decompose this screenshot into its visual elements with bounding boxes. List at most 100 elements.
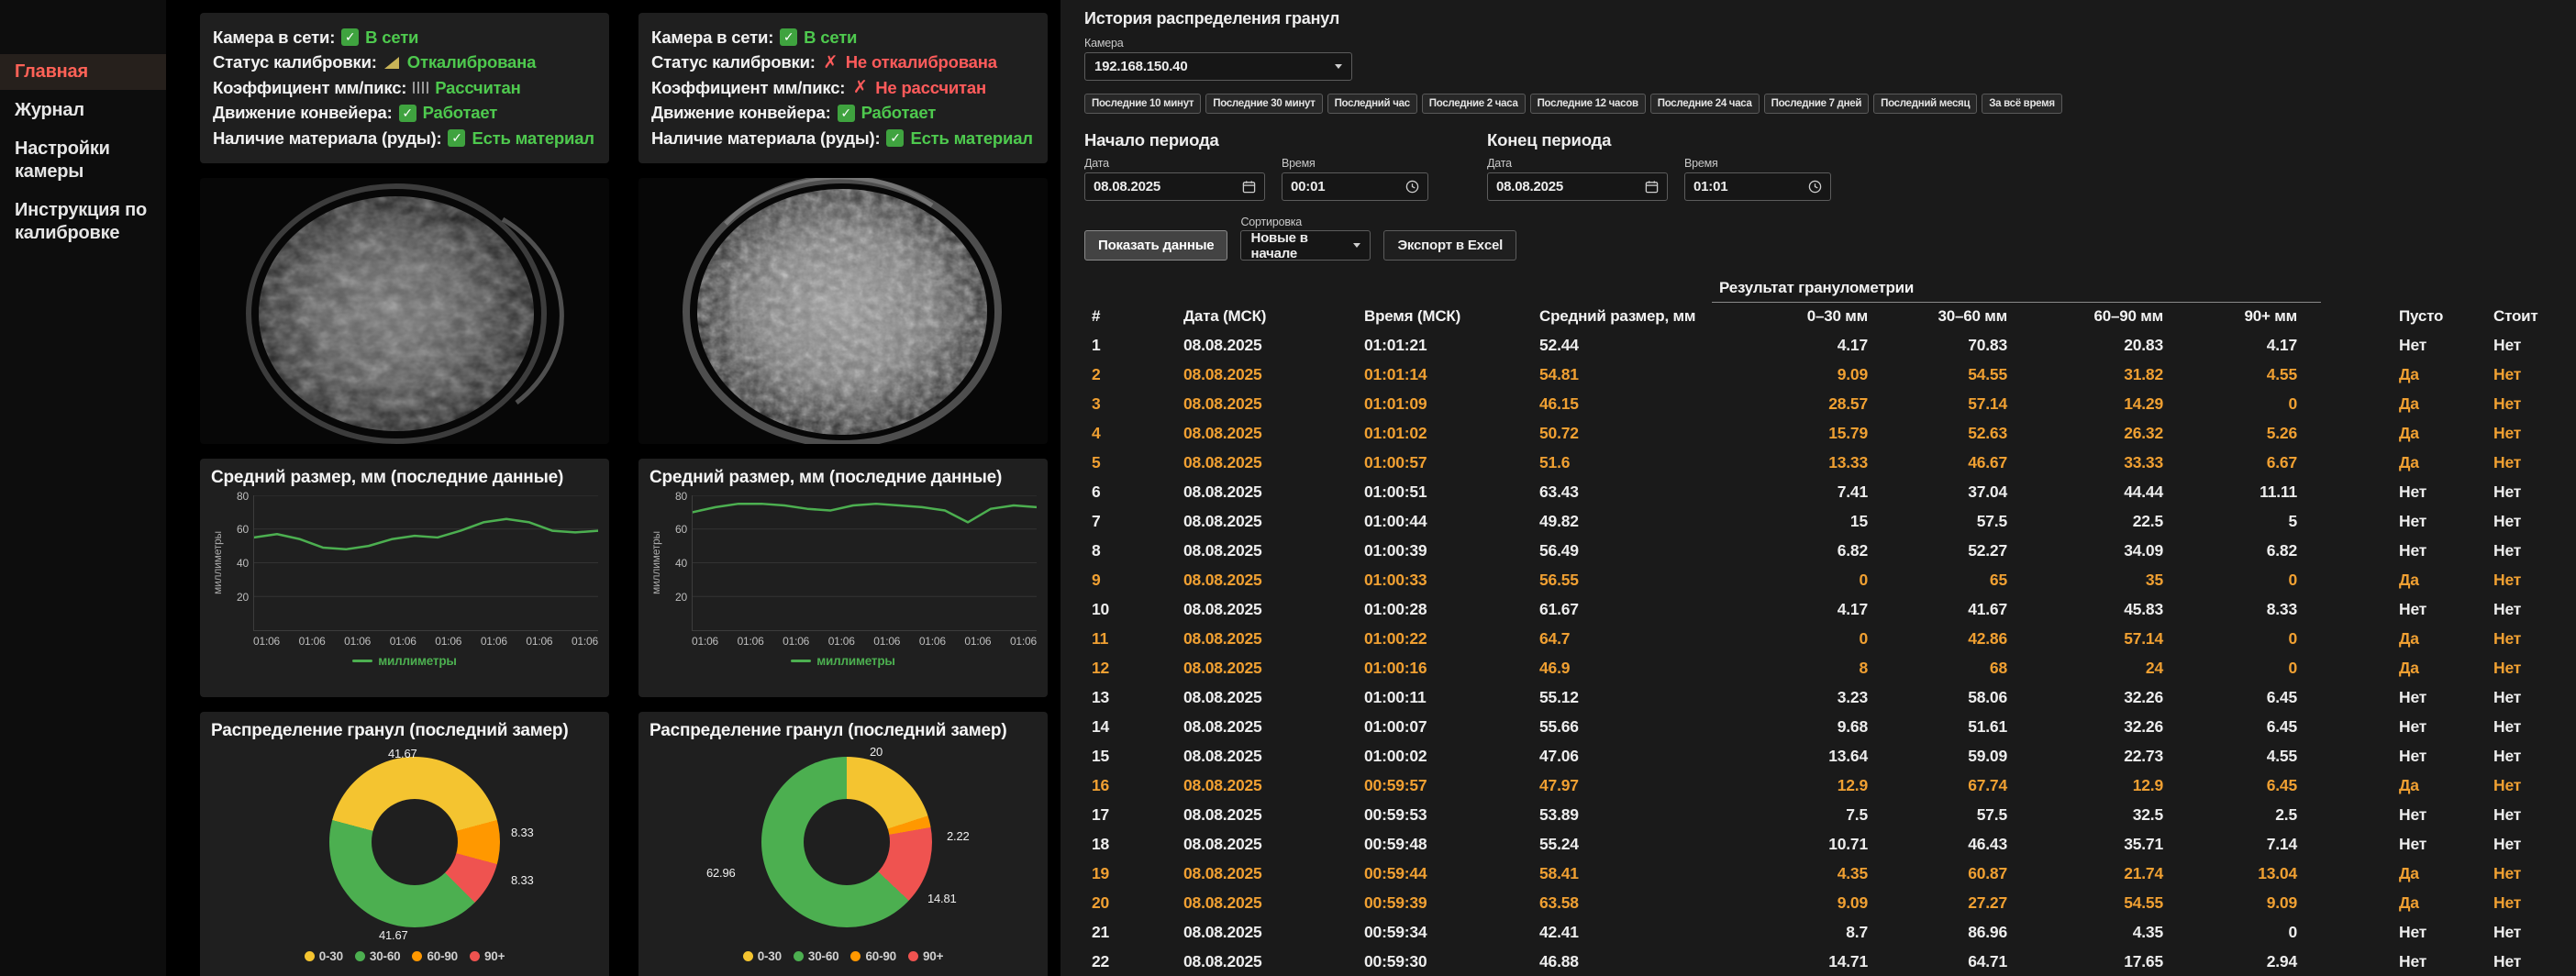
- status-value: Есть материал: [472, 128, 594, 149]
- y-axis-label: миллиметры: [650, 495, 662, 631]
- chart-legend[interactable]: миллиметры: [650, 654, 1037, 668]
- legend-item[interactable]: 90+: [908, 949, 943, 963]
- calendar-icon[interactable]: [1645, 180, 1659, 194]
- legend-item[interactable]: 60-90: [850, 949, 896, 963]
- cell-stopped: Нет: [2486, 448, 2547, 477]
- cell-stopped: Нет: [2486, 682, 2547, 712]
- cell-time: 00:59:48: [1357, 829, 1532, 859]
- cell-0-30: 15: [1712, 506, 1892, 536]
- cell-time: 01:01:21: [1357, 330, 1532, 360]
- status-row: Камера в сети: В сети: [651, 25, 1035, 50]
- cell-30-60: 65: [1892, 565, 2031, 594]
- cell-time: 01:01:09: [1357, 389, 1532, 418]
- cell-60-90: 32.5: [2031, 800, 2187, 829]
- cell-time: 00:59:39: [1357, 888, 1532, 917]
- sidebar-item-calibration-guide[interactable]: Инструкция по калибровке: [0, 193, 166, 251]
- table-row: 16 08.08.2025 00:59:57 47.97 12.9 67.74 …: [1084, 771, 2547, 800]
- camera-select-value: 192.168.150.40: [1094, 59, 1187, 74]
- export-excel-button[interactable]: Экспорт в Excel: [1383, 230, 1516, 261]
- table-row: 2 08.08.2025 01:01:14 54.81 9.09 54.55 3…: [1084, 360, 2547, 389]
- cell-30-60: 57.14: [1892, 389, 2031, 418]
- sidebar-item-journal[interactable]: Журнал: [0, 93, 166, 128]
- start-time-input[interactable]: 00:01: [1282, 172, 1428, 201]
- range-button[interactable]: Последний час: [1327, 94, 1417, 114]
- chart-legend[interactable]: миллиметры: [211, 654, 598, 668]
- chart-title: Распределение гранул (последний замер): [211, 721, 598, 741]
- legend-item[interactable]: 30-60: [355, 949, 401, 963]
- donut-hole: [804, 799, 890, 885]
- cell-avg-size: 55.24: [1532, 829, 1712, 859]
- status-icon: [886, 129, 904, 147]
- cell-60-90: 32.26: [2031, 682, 2187, 712]
- chart-title: Средний размер, мм (последние данные): [211, 468, 598, 488]
- status-icon: [383, 54, 401, 72]
- period-start-title: Начало периода: [1084, 130, 1428, 150]
- legend-item[interactable]: 90+: [470, 949, 505, 963]
- y-tick: 40: [237, 557, 249, 570]
- cell-time: 01:00:33: [1357, 565, 1532, 594]
- x-tick: 01:06: [873, 635, 900, 648]
- cell-stopped: Нет: [2486, 565, 2547, 594]
- legend-item[interactable]: 0-30: [305, 949, 343, 963]
- legend-item[interactable]: 60-90: [412, 949, 458, 963]
- cell-date: 08.08.2025: [1176, 917, 1357, 947]
- status-value: Работает: [861, 103, 937, 123]
- range-button[interactable]: Последние 12 часов: [1530, 94, 1646, 114]
- cell-date: 08.08.2025: [1176, 947, 1357, 976]
- range-button[interactable]: Последние 24 часа: [1650, 94, 1760, 114]
- sort-select[interactable]: Новые в начале: [1240, 230, 1371, 261]
- cell-30-60: 54.55: [1892, 360, 2031, 389]
- clock-icon[interactable]: [1808, 180, 1822, 194]
- cell-60-90: 45.83: [2031, 594, 2187, 624]
- cell-empty: Да: [2321, 389, 2486, 418]
- status-label: Статус калибровки:: [213, 52, 377, 72]
- range-button[interactable]: Последние 30 минут: [1205, 94, 1322, 114]
- cell-60-90: 21.74: [2031, 859, 2187, 888]
- range-button[interactable]: Последние 10 минут: [1084, 94, 1201, 114]
- cell-avg-size: 63.43: [1532, 477, 1712, 506]
- cell-0-30: 9.09: [1712, 360, 1892, 389]
- legend-item[interactable]: 0-30: [743, 949, 782, 963]
- cell-0-30: 4.17: [1712, 330, 1892, 360]
- y-tick: 80: [237, 490, 249, 503]
- cell-index: 3: [1084, 389, 1176, 418]
- status-icon: [413, 82, 428, 94]
- cell-index: 18: [1084, 829, 1176, 859]
- x-tick: 01:06: [919, 635, 946, 648]
- range-button[interactable]: Последние 2 часа: [1422, 94, 1526, 114]
- cell-90-plus: 0: [2187, 624, 2321, 653]
- cell-0-30: 4.17: [1712, 594, 1892, 624]
- cell-empty: Нет: [2321, 829, 2486, 859]
- range-button[interactable]: За всё время: [1982, 94, 2062, 114]
- cell-date: 08.08.2025: [1176, 771, 1357, 800]
- cell-index: 11: [1084, 624, 1176, 653]
- sidebar-item-main[interactable]: Главная: [0, 54, 166, 90]
- camera-select[interactable]: 192.168.150.40: [1084, 52, 1352, 81]
- cell-90-plus: 4.55: [2187, 360, 2321, 389]
- end-time-input[interactable]: 01:01: [1684, 172, 1831, 201]
- cell-avg-size: 51.6: [1532, 448, 1712, 477]
- cell-0-30: 8.7: [1712, 917, 1892, 947]
- show-data-button[interactable]: Показать данные: [1084, 230, 1227, 261]
- sidebar-item-camera-settings[interactable]: Настройки камеры: [0, 131, 166, 190]
- range-button[interactable]: Последний месяц: [1873, 94, 1977, 114]
- cell-30-60: 68: [1892, 653, 2031, 682]
- status-value: Есть материал: [910, 128, 1032, 149]
- clock-icon[interactable]: [1405, 180, 1419, 194]
- cell-date: 08.08.2025: [1176, 360, 1357, 389]
- chart-title: Средний размер, мм (последние данные): [650, 468, 1037, 488]
- status-value: Рассчитан: [435, 78, 520, 98]
- status-label: Камера в сети:: [651, 28, 773, 48]
- calendar-icon[interactable]: [1242, 180, 1256, 194]
- status-label: Коэффициент мм/пикс:: [651, 78, 845, 98]
- legend-label: 60-90: [865, 949, 896, 963]
- table-row: 15 08.08.2025 01:00:02 47.06 13.64 59.09…: [1084, 741, 2547, 771]
- range-button[interactable]: Последние 7 дней: [1764, 94, 1870, 114]
- end-date-input[interactable]: 08.08.2025: [1487, 172, 1668, 201]
- cell-time: 00:59:44: [1357, 859, 1532, 888]
- legend-item[interactable]: 30-60: [794, 949, 839, 963]
- status-icon: [399, 105, 416, 122]
- chart-title: Распределение гранул (последний замер): [650, 721, 1037, 741]
- start-date-input[interactable]: 08.08.2025: [1084, 172, 1265, 201]
- status-icon: [838, 105, 855, 122]
